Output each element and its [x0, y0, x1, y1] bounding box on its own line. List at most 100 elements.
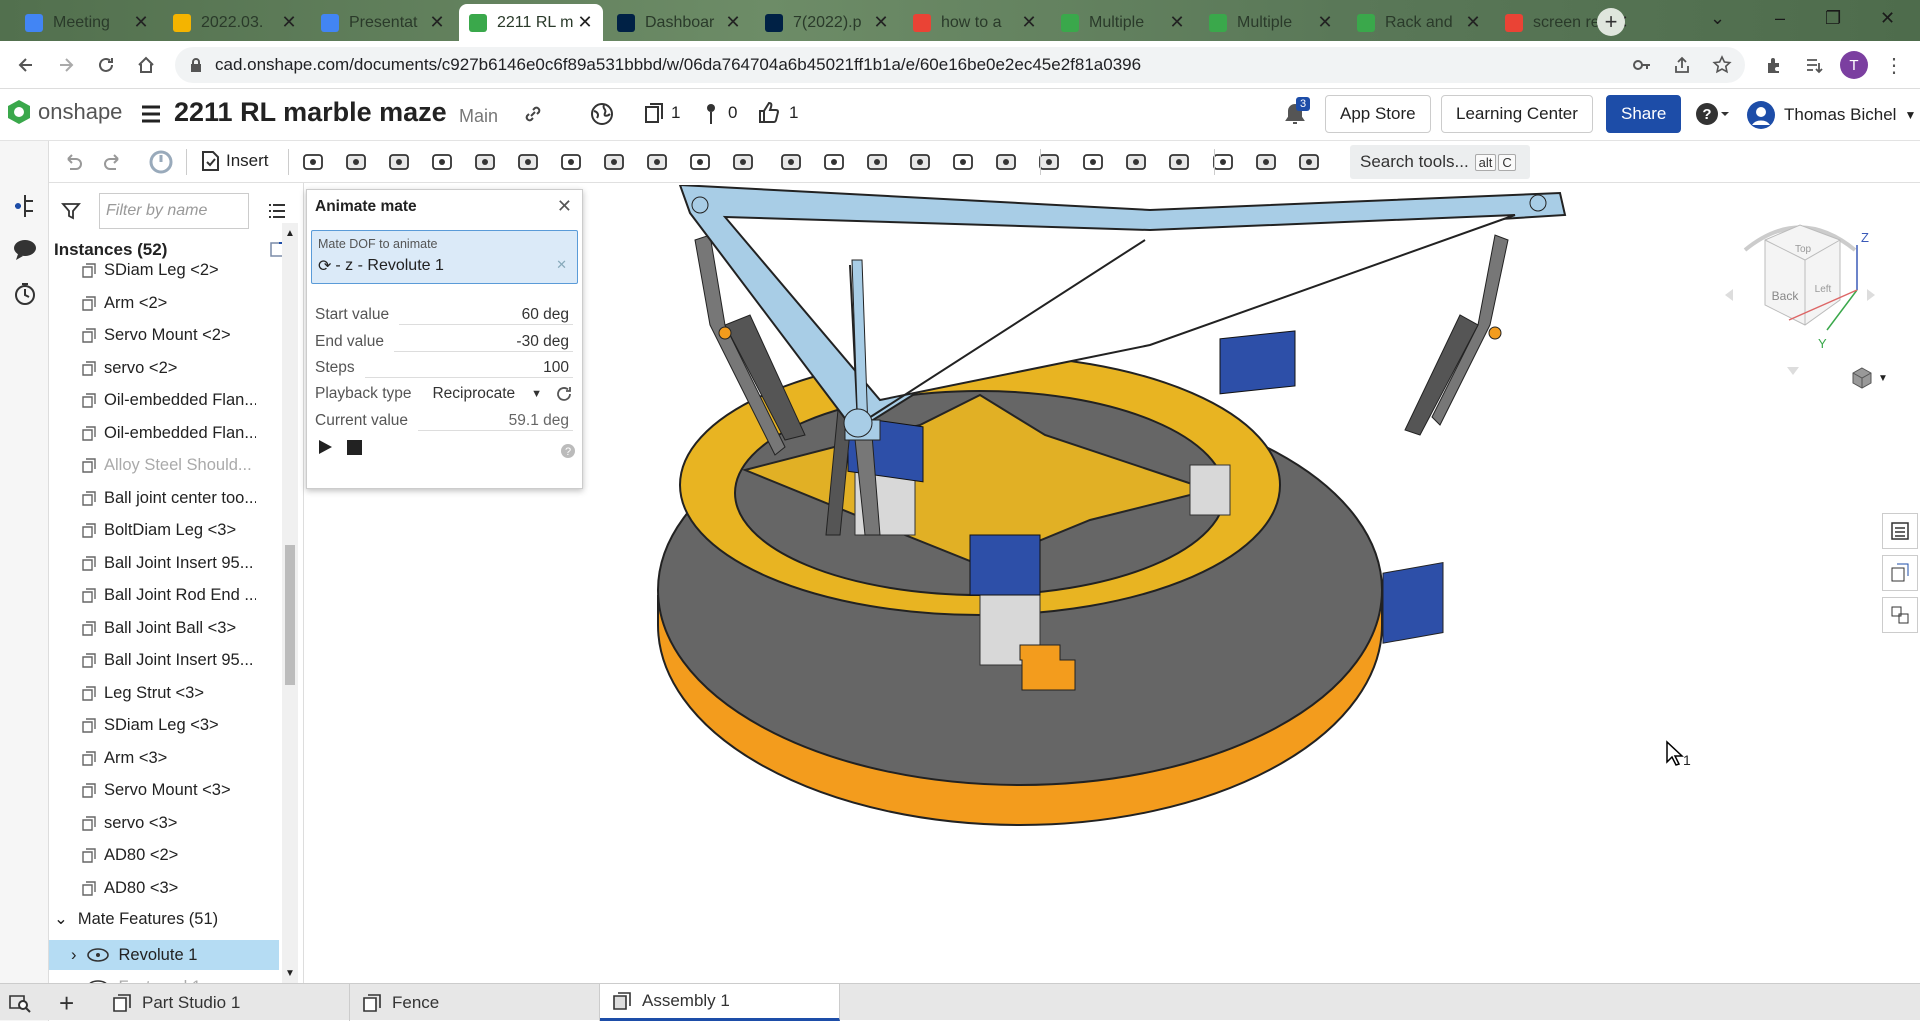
add-tab-button[interactable]: +	[59, 988, 74, 1019]
profile-avatar[interactable]: T	[1840, 51, 1868, 79]
revolute-mate-icon[interactable]	[386, 149, 412, 175]
insert-button[interactable]: Insert	[200, 150, 269, 172]
learning-center-button[interactable]: Learning Center	[1441, 95, 1593, 133]
ball-mate-icon[interactable]	[601, 149, 627, 175]
cylindrical-mate-icon[interactable]	[515, 149, 541, 175]
instance-item[interactable]: Ball Joint Rod End ...	[81, 586, 256, 605]
close-tab-icon[interactable]: ✕	[577, 12, 593, 33]
instance-item[interactable]: Oil-embedded Flan...	[81, 424, 256, 443]
extensions-icon[interactable]	[1760, 51, 1788, 79]
browser-tab[interactable]: how to a ✕	[903, 4, 1047, 41]
cube-face-left[interactable]: Left	[1815, 284, 1832, 295]
scroll-down-icon[interactable]: ▼	[285, 968, 295, 979]
bom-icon[interactable]	[1882, 555, 1918, 591]
browser-tab[interactable]: Rack and ✕	[1347, 4, 1491, 41]
back-icon[interactable]	[12, 51, 40, 79]
explode-icon[interactable]	[907, 149, 933, 175]
share-button[interactable]: Share	[1606, 95, 1682, 133]
play-icon[interactable]	[317, 439, 333, 455]
playback-type-select[interactable]: Reciprocate ▼	[432, 385, 542, 403]
cube-face-back[interactable]: Back	[1772, 289, 1800, 303]
filter-icon[interactable]	[61, 201, 81, 221]
close-tab-icon[interactable]: ✕	[429, 12, 445, 33]
clear-selection-icon[interactable]: ✕	[556, 257, 567, 273]
scrollbar-thumb[interactable]	[285, 545, 295, 685]
help-menu[interactable]: ?	[1695, 102, 1729, 126]
start-value-row[interactable]: Start value 60 deg	[315, 303, 573, 327]
user-menu[interactable]: Thomas Bichel ▼	[1746, 100, 1916, 130]
assembly-model-render[interactable]	[590, 185, 1590, 983]
history-icon[interactable]	[12, 281, 38, 307]
instance-item[interactable]: AD80 <2>	[81, 846, 256, 865]
view-cube[interactable]: Top Back Left Z Y	[1715, 210, 1885, 380]
start-value-input[interactable]: 60 deg	[399, 306, 573, 325]
close-tab-icon[interactable]: ✕	[725, 12, 741, 33]
browser-tab[interactable]: 2211 RL m ✕	[459, 4, 603, 41]
document-tab[interactable]: Fence	[350, 984, 600, 1021]
filter-input[interactable]: Filter by name	[99, 193, 249, 229]
instance-item[interactable]: Servo Mount <2>	[81, 326, 256, 345]
versions-button[interactable]: 1	[643, 102, 680, 124]
replicate-icon[interactable]	[821, 149, 847, 175]
instance-item[interactable]: Ball Joint Insert 95...	[81, 651, 256, 670]
minimize-button[interactable]: –	[1775, 8, 1785, 29]
steps-input[interactable]: 100	[364, 359, 573, 378]
group-icon[interactable]	[730, 149, 756, 175]
instance-item[interactable]: Arm <2>	[81, 294, 256, 313]
hamburger-menu-icon[interactable]	[140, 103, 162, 125]
browser-menu-icon[interactable]: ⋮	[1880, 51, 1908, 79]
close-tab-icon[interactable]: ✕	[1021, 12, 1037, 33]
list-view-icon[interactable]	[267, 201, 287, 221]
pattern-icon[interactable]	[864, 149, 890, 175]
browser-tab[interactable]: Multiple ✕	[1051, 4, 1195, 41]
browser-tab[interactable]: 2022.03. ✕	[163, 4, 307, 41]
public-globe-icon[interactable]	[590, 102, 614, 126]
planar-mate-icon[interactable]	[472, 149, 498, 175]
section-view-icon[interactable]	[1253, 149, 1279, 175]
instance-item[interactable]: Alloy Steel Should...	[81, 456, 256, 475]
instance-item[interactable]: AD80 <3>	[81, 879, 256, 898]
end-value-input[interactable]: -30 deg	[393, 333, 573, 352]
instance-item[interactable]: Ball Joint Ball <3>	[81, 619, 256, 638]
cube-face-top[interactable]: Top	[1795, 244, 1812, 255]
link-icon[interactable]	[522, 103, 544, 125]
instance-item[interactable]: servo <2>	[81, 359, 256, 378]
end-value-row[interactable]: End value -30 deg	[315, 330, 573, 354]
reading-list-icon[interactable]	[1800, 51, 1828, 79]
close-tab-icon[interactable]: ✕	[1169, 12, 1185, 33]
forward-icon[interactable]	[52, 51, 80, 79]
close-tab-icon[interactable]: ✕	[1465, 12, 1481, 33]
instance-item[interactable]: Ball joint center too...	[81, 489, 256, 508]
browser-tab[interactable]: Meeting ✕	[15, 4, 159, 41]
instance-item[interactable]: Ball Joint Insert 95...	[81, 554, 256, 573]
fastened-mate-icon[interactable]	[343, 149, 369, 175]
screw-relation-icon[interactable]	[1123, 149, 1149, 175]
stop-icon[interactable]	[347, 440, 362, 455]
properties-panel-icon[interactable]	[1882, 513, 1918, 549]
instance-item[interactable]: Arm <3>	[81, 749, 256, 768]
close-icon[interactable]: ✕	[557, 196, 572, 217]
instance-item[interactable]: Oil-embedded Flan...	[81, 391, 256, 410]
reset-icon[interactable]	[555, 385, 573, 403]
snapshot-icon[interactable]	[950, 149, 976, 175]
document-tab[interactable]: Part Studio 1	[100, 984, 350, 1021]
close-tab-icon[interactable]: ✕	[133, 12, 149, 33]
view-options-menu[interactable]: ▼	[1850, 366, 1888, 390]
mate-connector-tool-icon[interactable]	[778, 149, 804, 175]
key-icon[interactable]	[1628, 51, 1656, 79]
instance-item[interactable]: servo <3>	[81, 814, 256, 833]
mate-connector-icon[interactable]	[12, 193, 38, 219]
mate-features-header[interactable]: ⌄ Mate Features (51)	[54, 909, 279, 929]
regenerate-icon[interactable]	[148, 149, 174, 175]
browser-tab[interactable]: Dashboar ✕	[607, 4, 751, 41]
bookmark-star-icon[interactable]	[1708, 51, 1736, 79]
instance-item[interactable]: Leg Strut <3>	[81, 684, 256, 703]
new-tab-button[interactable]: +	[1597, 8, 1625, 36]
branches-button[interactable]: 0	[706, 102, 737, 124]
share-page-icon[interactable]	[1668, 51, 1696, 79]
mate-icon[interactable]	[300, 149, 326, 175]
fit-icon[interactable]	[993, 149, 1019, 175]
named-positions-icon[interactable]	[1296, 149, 1322, 175]
tangent-mate-icon[interactable]	[687, 149, 713, 175]
configuration-icon[interactable]	[1882, 597, 1918, 633]
